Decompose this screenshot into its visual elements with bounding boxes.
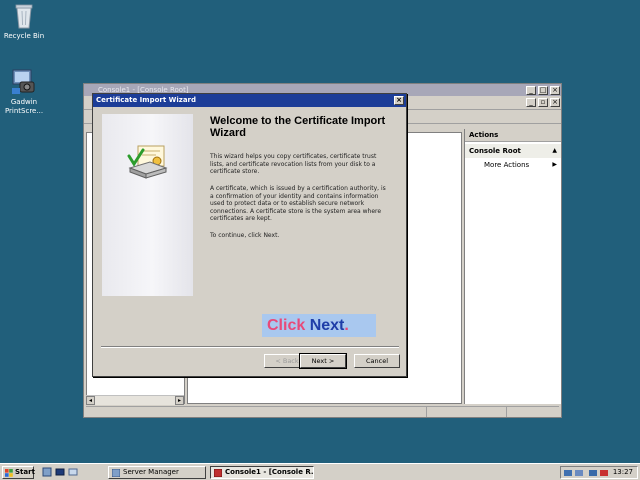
wizard-paragraph-2: A certificate, which is issued by a cert… — [210, 185, 386, 222]
wizard-separator — [101, 346, 399, 348]
certificate-icon — [127, 145, 168, 179]
wizard-titlebar[interactable]: Certificate Import Wizard × — [93, 94, 406, 107]
submenu-arrow-icon: ▶ — [552, 161, 557, 168]
close-button[interactable]: × — [550, 86, 560, 95]
wizard-side-banner — [102, 114, 193, 296]
more-actions-label: More Actions — [484, 161, 530, 169]
windows-logo-icon — [5, 469, 13, 477]
more-actions-item[interactable]: More Actions ▶ — [465, 158, 561, 172]
wizard-paragraph-3: To continue, click Next. — [210, 232, 280, 239]
recycle-bin-label: Recycle Bin — [3, 32, 45, 40]
gadwin-label: Gadwin PrintScre... — [4, 98, 44, 115]
taskbar: Start Server Manager Console1 - [Console… — [0, 463, 640, 480]
recycle-bin-icon — [15, 4, 33, 29]
server-manager-icon — [112, 469, 120, 477]
wizard-close-button[interactable]: × — [394, 96, 404, 105]
mmc-console-icon — [214, 469, 222, 477]
security-tray-icon[interactable] — [600, 469, 608, 477]
desktop-icon-gadwin[interactable]: Gadwin PrintScre... — [0, 66, 48, 116]
maximize-button[interactable]: □ — [538, 86, 548, 95]
status-segment — [426, 407, 427, 417]
minimize-button[interactable]: _ — [526, 86, 536, 95]
console-statusbar — [86, 406, 559, 417]
desktop-icon-recycle-bin[interactable]: Recycle Bin — [0, 2, 48, 41]
start-button[interactable]: Start — [2, 466, 35, 479]
taskbar-item-console1[interactable]: Console1 - [Console R... — [210, 466, 314, 479]
overlay-word-click: Click — [267, 317, 306, 334]
overlay-dot: . — [344, 317, 349, 334]
show-desktop-icon[interactable] — [68, 467, 78, 477]
wizard-title: Certificate Import Wizard — [96, 96, 197, 104]
task-label-console1: Console1 - [Console R... — [225, 468, 314, 476]
powershell-quicklaunch-icon[interactable] — [55, 467, 65, 477]
click-next-overlay: Click Next. — [262, 314, 376, 337]
overlay-word-next: Next — [309, 317, 345, 334]
wizard-paragraph-1: This wizard helps you copy certificates,… — [210, 153, 377, 175]
next-button[interactable]: Next > — [299, 353, 347, 369]
wizard-heading: Welcome to the Certificate Import Wizard — [210, 115, 386, 139]
cancel-button[interactable]: Cancel — [354, 354, 400, 368]
inner-minimize-button[interactable]: _ — [526, 98, 536, 107]
taskbar-clock: 13:27 — [612, 468, 633, 476]
inner-restore-button[interactable]: ▫ — [538, 98, 548, 107]
system-tray: 13:27 — [560, 466, 638, 479]
certificate-import-wizard: Certificate Import Wizard × Welcome to t… — [92, 93, 407, 377]
start-label: Start — [15, 468, 35, 476]
taskbar-item-server-manager[interactable]: Server Manager — [108, 466, 206, 479]
actions-group-label: Console Root — [469, 147, 521, 155]
gadwin-printscreen-icon — [12, 69, 35, 94]
volume-tray-icon[interactable] — [589, 469, 597, 477]
task-label-server-manager: Server Manager — [123, 468, 179, 476]
tree-horizontal-scrollbar[interactable]: ◂ ▸ — [86, 395, 184, 405]
collapse-up-icon[interactable]: ▲ — [552, 144, 557, 158]
network-tray-icon[interactable] — [564, 469, 572, 477]
status-segment — [506, 407, 507, 417]
server-manager-quicklaunch-icon[interactable] — [42, 467, 52, 477]
actions-pane: Actions Console Root ▲ More Actions ▶ — [464, 129, 561, 404]
scroll-right-arrow-icon[interactable]: ▸ — [175, 396, 184, 405]
actions-header: Actions — [465, 129, 561, 142]
tray-icon[interactable] — [575, 469, 583, 477]
scroll-left-arrow-icon[interactable]: ◂ — [86, 396, 95, 405]
inner-close-button[interactable]: × — [550, 98, 560, 107]
actions-group-console-root[interactable]: Console Root ▲ — [465, 144, 561, 158]
